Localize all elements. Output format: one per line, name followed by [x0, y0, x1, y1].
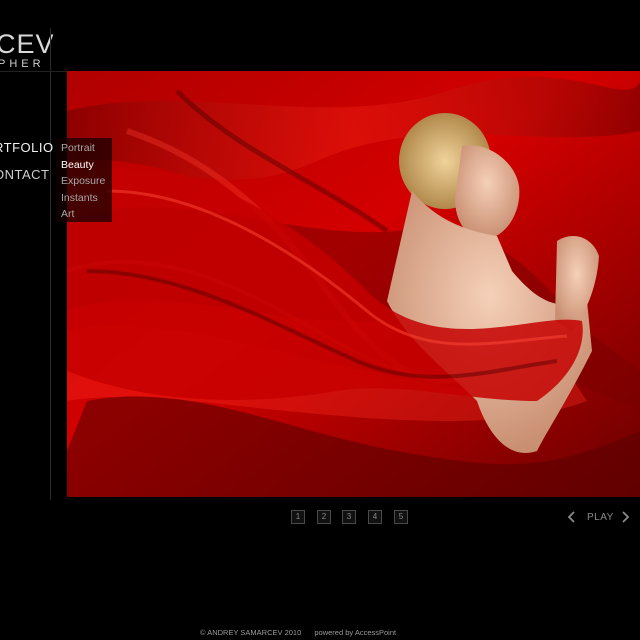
page-button-5[interactable]: 5 [394, 510, 408, 524]
page: CEV PHER RTFOLIO ONTACT [0, 0, 640, 640]
site-logo[interactable]: CEV [0, 28, 55, 60]
nav-contact[interactable]: ONTACT [0, 167, 49, 182]
submenu-item-portrait[interactable]: Portrait [61, 140, 112, 157]
footer-powered-prefix: powered by [314, 628, 354, 637]
portfolio-submenu: Portrait Beauty Exposure Instants Art [56, 138, 112, 222]
footer-copyright: © ANDREY SAMARCEV 2010 [200, 628, 302, 637]
vertical-divider [50, 28, 51, 500]
chevron-right-icon[interactable] [619, 508, 631, 526]
chevron-left-icon[interactable] [566, 508, 578, 526]
play-button[interactable]: PLAY [587, 512, 614, 523]
page-button-2[interactable]: 2 [317, 510, 331, 524]
page-button-3[interactable]: 3 [342, 510, 356, 524]
hero-photo-art [67, 71, 640, 497]
nav-portfolio[interactable]: RTFOLIO [0, 140, 54, 155]
hero-photo[interactable] [67, 71, 640, 497]
submenu-item-instants[interactable]: Instants [61, 190, 112, 207]
page-button-4[interactable]: 4 [368, 510, 382, 524]
submenu-item-beauty[interactable]: Beauty [61, 157, 112, 174]
submenu-item-exposure[interactable]: Exposure [61, 173, 112, 190]
page-button-1[interactable]: 1 [291, 510, 305, 524]
site-logo-subtitle: PHER [0, 58, 45, 70]
footer: © ANDREY SAMARCEV 2010 powered by Access… [200, 628, 396, 637]
footer-powered-link[interactable]: AccessPoint [355, 628, 396, 637]
submenu-item-art[interactable]: Art [61, 206, 112, 223]
